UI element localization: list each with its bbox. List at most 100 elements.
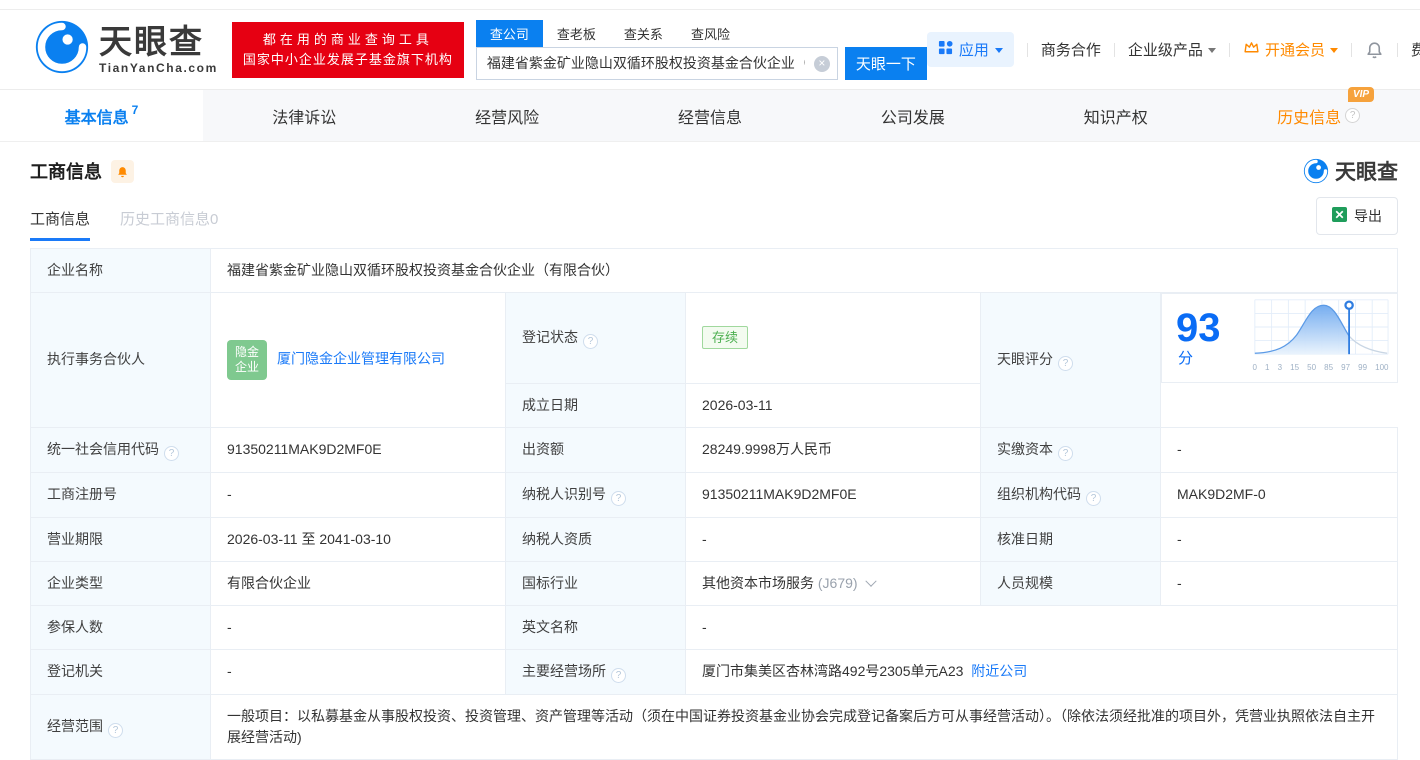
business-term-value: 2026-03-11 至 2041-03-10 [211, 517, 506, 561]
table-row: 企业类型 有限合伙企业 国标行业 其他资本市场服务 (J679) 人员规模 - [31, 561, 1398, 605]
help-icon[interactable]: ? [1058, 356, 1073, 371]
help-icon[interactable]: ? [611, 668, 626, 683]
tab-company-development[interactable]: 公司发展 [811, 90, 1014, 141]
watermark-logo: 天眼查 [1303, 156, 1398, 186]
score-value-cell[interactable]: 93分 [1161, 293, 1398, 383]
export-button[interactable]: 导出 [1316, 197, 1398, 235]
business-scope-value: 一般项目：以私募基金从事股权投资、投资管理、资产管理等活动（须在中国证券投资基金… [211, 694, 1398, 759]
header-nav: 应用 商务合作 企业级产品 开通会员 费米 [927, 32, 1420, 67]
search-block: 查公司 查老板 查关系 查风险 × 天眼一下 [476, 20, 927, 80]
org-code-label: 组织机构代码? [981, 472, 1161, 517]
reg-number-value: - [211, 472, 506, 517]
subtab-history-business-info[interactable]: 历史工商信息0 [120, 196, 218, 241]
divider [1229, 43, 1230, 57]
chevron-down-icon [1208, 48, 1216, 57]
table-row: 执行事务合伙人 隐金 企业 厦门隐金企业管理有限公司 登记状态? 存续 天眼评分… [31, 293, 1398, 384]
company-type-value: 有限合伙企业 [211, 561, 506, 605]
score-number: 93 [1176, 306, 1221, 350]
table-row: 参保人数 - 英文名称 - [31, 605, 1398, 649]
establish-date-value: 2026-03-11 [686, 383, 981, 427]
apps-label: 应用 [959, 39, 989, 60]
main-content: 工商信息 天眼查 工商信息 历史工商信息0 [0, 156, 1420, 760]
apps-grid-icon [938, 40, 953, 59]
nearby-companies-link[interactable]: 附近公司 [971, 663, 1027, 679]
company-name-value: 福建省紫金矿业隐山双循环股权投资基金合伙企业（有限合伙） [211, 249, 1398, 293]
help-icon[interactable]: ? [1086, 491, 1101, 506]
english-name-label: 英文名称 [506, 605, 686, 649]
help-icon[interactable]: ? [1345, 108, 1360, 123]
tianyancha-logo[interactable]: 天眼查 TianYanCha.com [34, 19, 218, 80]
taxpayer-quality-value: - [686, 517, 981, 561]
tab-basic-info[interactable]: 基本信息 7 [0, 90, 203, 141]
industry-code: (J679) [818, 575, 858, 591]
notification-bell[interactable] [1365, 40, 1384, 59]
capital-label: 出资额 [506, 427, 686, 472]
industry-value: 其他资本市场服务 (J679) [686, 561, 981, 605]
search-input[interactable] [476, 47, 838, 80]
search-tab-company[interactable]: 查公司 [476, 20, 543, 47]
address-label: 主要经营场所? [506, 649, 686, 694]
search-tab-risk[interactable]: 查风险 [677, 20, 744, 47]
help-icon[interactable]: ? [1058, 446, 1073, 461]
partner-company-link[interactable]: 厦门隐金企业管理有限公司 [277, 350, 445, 366]
slogan-line2: 国家中小企业发展子基金旗下机构 [243, 50, 453, 70]
divider [1027, 43, 1028, 57]
approval-date-label: 核准日期 [981, 517, 1161, 561]
search-tabs: 查公司 查老板 查关系 查风险 [476, 20, 927, 47]
open-vip-label: 开通会员 [1265, 39, 1325, 60]
user-menu[interactable]: 费米 [1411, 39, 1420, 60]
paid-capital-label: 实缴资本? [981, 427, 1161, 472]
search-tab-boss[interactable]: 查老板 [543, 20, 610, 47]
credit-code-value: 91350211MAK9D2MF0E [211, 427, 506, 472]
score-distribution-chart: 0131550859799100 [1253, 298, 1389, 378]
tab-operating-risk[interactable]: 经营风险 [406, 90, 609, 141]
company-tabbar: 基本信息 7 法律诉讼 经营风险 经营信息 公司发展 知识产权 历史信息 VIP… [0, 89, 1420, 142]
nav-open-vip[interactable]: 开通会员 [1243, 39, 1338, 60]
paid-capital-value: - [1161, 427, 1398, 472]
reg-authority-label: 登记机关 [31, 649, 211, 694]
watermark-text: 天眼查 [1335, 156, 1398, 186]
help-icon[interactable]: ? [108, 723, 123, 738]
apps-menu[interactable]: 应用 [927, 32, 1014, 67]
slogan-line1: 都在用的商业查询工具 [243, 30, 453, 50]
company-type-label: 企业类型 [31, 561, 211, 605]
vip-badge: VIP [1348, 87, 1374, 102]
section-title: 工商信息 [30, 158, 102, 184]
tab-history-info[interactable]: 历史信息 VIP ? [1217, 90, 1420, 141]
tab-intellectual-property[interactable]: 知识产权 [1014, 90, 1217, 141]
divider [1114, 43, 1115, 57]
nav-enterprise-products[interactable]: 企业级产品 [1128, 39, 1216, 60]
partner-avatar[interactable]: 隐金 企业 [227, 340, 267, 380]
header: 天眼查 TianYanCha.com 都在用的商业查询工具 国家中小企业发展子基… [0, 10, 1420, 89]
chevron-down-icon[interactable] [866, 575, 877, 586]
industry-label: 国标行业 [506, 561, 686, 605]
tab-basic-label: 基本信息 [65, 104, 129, 128]
divider [1397, 43, 1398, 57]
help-icon[interactable]: ? [583, 334, 598, 349]
search-tab-relation[interactable]: 查关系 [610, 20, 677, 47]
monitor-bell-button[interactable] [111, 160, 134, 183]
nav-cooperation[interactable]: 商务合作 [1041, 39, 1101, 60]
export-label: 导出 [1354, 206, 1382, 226]
clear-search-icon[interactable]: × [814, 56, 830, 72]
english-name-value: - [686, 605, 1398, 649]
business-term-label: 营业期限 [31, 517, 211, 561]
business-scope-label: 经营范围? [31, 694, 211, 759]
tab-operating-info[interactable]: 经营信息 [609, 90, 812, 141]
table-row: 营业期限 2026-03-11 至 2041-03-10 纳税人资质 - 核准日… [31, 517, 1398, 561]
tab-basic-count: 7 [132, 103, 139, 117]
table-row: 统一社会信用代码? 91350211MAK9D2MF0E 出资额 28249.9… [31, 427, 1398, 472]
brand-domain: TianYanCha.com [99, 62, 218, 74]
help-icon[interactable]: ? [611, 491, 626, 506]
search-button[interactable]: 天眼一下 [845, 47, 927, 80]
business-info-table: 企业名称 福建省紫金矿业隐山双循环股权投资基金合伙企业（有限合伙） 执行事务合伙… [30, 248, 1398, 760]
chevron-down-icon [995, 48, 1003, 57]
taxpayer-quality-label: 纳税人资质 [506, 517, 686, 561]
crown-icon [1243, 39, 1260, 60]
staff-size-label: 人员规模 [981, 561, 1161, 605]
subtab-business-info[interactable]: 工商信息 [30, 196, 90, 241]
table-row: 工商注册号 - 纳税人识别号? 91350211MAK9D2MF0E 组织机构代… [31, 472, 1398, 517]
tab-legal[interactable]: 法律诉讼 [203, 90, 406, 141]
help-icon[interactable]: ? [164, 446, 179, 461]
top-divider [0, 0, 1420, 10]
